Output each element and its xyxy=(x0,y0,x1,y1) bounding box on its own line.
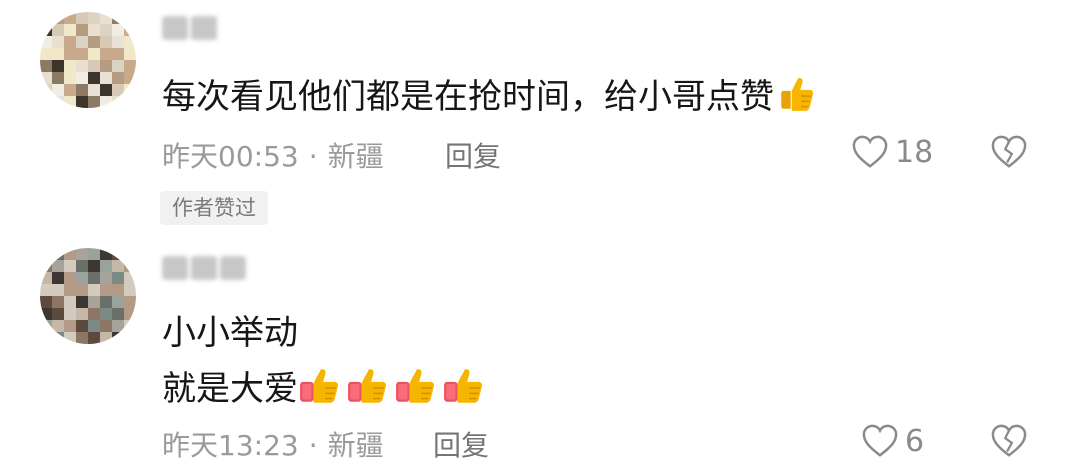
thumbs-up-emoji-icon xyxy=(300,369,339,403)
broken-heart-icon[interactable] xyxy=(990,423,1028,459)
avatar[interactable] xyxy=(40,248,136,344)
comment-item: 小小举动 就是大爱 昨天13:23 · 新疆 回复 6 xyxy=(0,240,1080,474)
broken-heart-icon[interactable] xyxy=(990,134,1028,170)
avatar[interactable] xyxy=(40,12,136,108)
comment-time: 昨天13:23 xyxy=(162,429,299,462)
comment-meta: 昨天13:23 · 新疆 xyxy=(162,424,384,464)
comment-text: 每次看见他们都是在抢时间，给小哥点赞 xyxy=(162,72,818,120)
thumbs-up-emoji-icon xyxy=(444,369,483,403)
username-blurred[interactable] xyxy=(162,256,246,282)
heart-outline-icon xyxy=(862,424,898,457)
comment-text-content: 就是大爱 xyxy=(162,369,298,409)
like-count: 6 xyxy=(905,423,925,459)
comment-meta: 昨天00:53 · 新疆 xyxy=(162,135,384,175)
like-button[interactable]: 18 xyxy=(851,134,933,170)
comment-text-content: 每次看见他们都是在抢时间，给小哥点赞 xyxy=(162,77,774,117)
heart-outline-icon xyxy=(852,135,888,168)
comment-text-line2: 就是大爱 xyxy=(162,364,490,412)
comment-time: 昨天00:53 xyxy=(162,140,299,173)
reply-button[interactable]: 回复 xyxy=(445,135,501,175)
meta-separator: · xyxy=(308,140,318,173)
meta-separator: · xyxy=(308,429,318,462)
author-liked-badge: 作者赞过 xyxy=(160,191,268,225)
like-count: 18 xyxy=(895,134,934,170)
emoji-row xyxy=(298,369,490,409)
thumbs-up-emoji-icon xyxy=(348,369,387,403)
comment-text-line1: 小小举动 xyxy=(162,313,298,353)
like-button[interactable]: 6 xyxy=(861,423,924,459)
reply-button[interactable]: 回复 xyxy=(433,424,489,464)
thumbs-up-emoji-icon xyxy=(396,369,435,403)
username-blurred[interactable] xyxy=(162,16,217,42)
thumbs-up-emoji-icon xyxy=(781,78,814,111)
comment-item: 每次看见他们都是在抢时间，给小哥点赞 昨天00:53 · 新疆 回复 18 作者赞过 xyxy=(0,0,1080,240)
comment-location: 新疆 xyxy=(327,140,384,173)
comment-location: 新疆 xyxy=(327,429,384,462)
